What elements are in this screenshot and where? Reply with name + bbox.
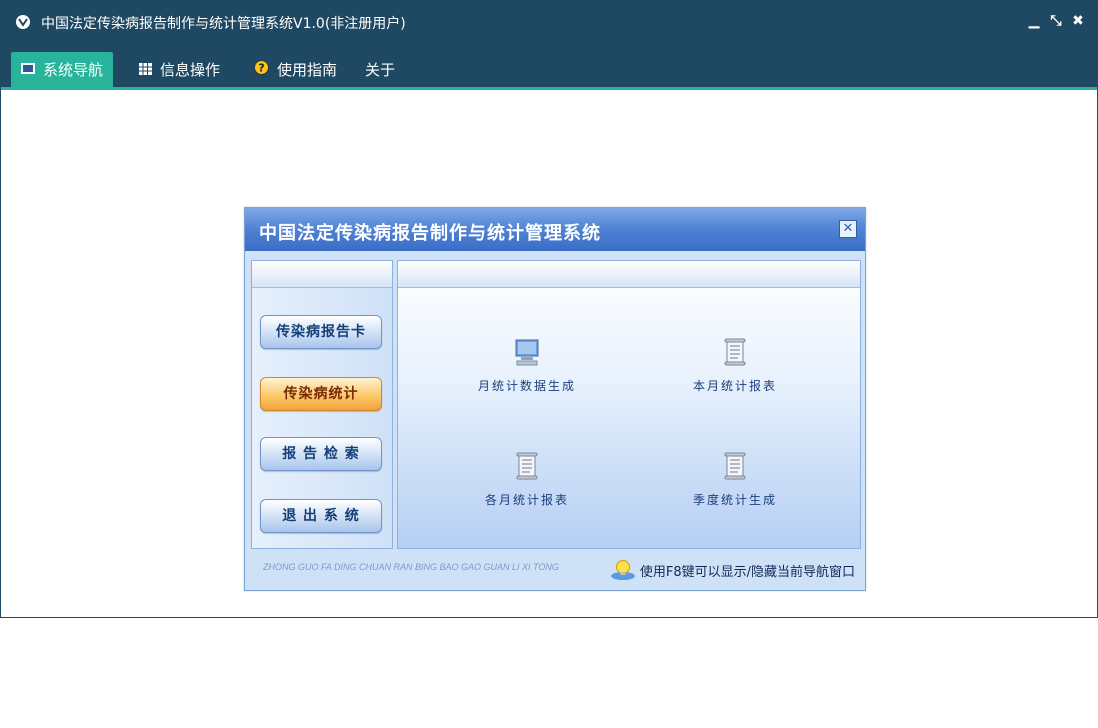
each-month-report-tile[interactable]: 各月统计报表 — [452, 451, 602, 521]
app-logo-icon — [16, 15, 30, 29]
lightbulb-icon — [610, 560, 635, 580]
window-controls: ▁ ⤡ ✖ — [1027, 13, 1085, 29]
nav-panel-header — [252, 261, 392, 288]
dialog-title: 中国法定传染病报告制作与统计管理系统 — [259, 223, 601, 244]
navigation-dialog: 中国法定传染病报告制作与统计管理系统 ✕ 传染病报告卡 传染病统计 报 告 检 … — [244, 207, 866, 591]
this-month-report-tile[interactable]: 本月统计报表 — [660, 337, 810, 407]
tile-label: 月统计数据生成 — [477, 379, 576, 393]
scroll-icon — [724, 452, 746, 480]
quarterly-generate-tile[interactable]: 季度统计生成 — [660, 451, 810, 521]
tab-label: 使用指南 — [277, 61, 338, 79]
tab-label: 关于 — [365, 61, 396, 79]
tab-label: 系统导航 — [43, 61, 104, 79]
dialog-title-bar: 中国法定传染病报告制作与统计管理系统 ✕ — [245, 208, 865, 251]
dialog-close-button[interactable]: ✕ — [839, 220, 857, 238]
svg-text:?: ? — [258, 62, 264, 75]
dialog-footer: ZHONG GUO FA DING CHUAN RAN BING BAO GAO… — [251, 552, 859, 582]
monthly-data-generate-tile[interactable]: 月统计数据生成 — [452, 337, 602, 407]
tab-about[interactable]: 关于 — [365, 52, 395, 87]
tab-system-navigation[interactable]: 系统导航 — [11, 52, 114, 87]
scroll-icon — [516, 452, 538, 480]
scroll-icon — [724, 338, 746, 366]
function-panel-header — [398, 261, 860, 288]
tab-user-guide[interactable]: ? 使用指南 — [254, 52, 337, 87]
help-icon: ? — [254, 60, 269, 79]
exit-system-button[interactable]: 退 出 系 统 — [260, 499, 382, 533]
tab-label: 信息操作 — [160, 61, 221, 79]
function-panel: 月统计数据生成 本月统计报表 各月统计报表 季度统计生成 — [397, 260, 861, 549]
computer-icon — [515, 339, 539, 366]
nav-button-panel: 传染病报告卡 传染病统计 报 告 检 索 退 出 系 统 — [251, 260, 393, 549]
menu-bar: 系统导航 信息操作 ? 使用指南 关于 — [1, 45, 1097, 90]
window-title: 中国法定传染病报告制作与统计管理系统V1.0(非注册用户) — [41, 16, 406, 32]
title-bar: 中国法定传染病报告制作与统计管理系统V1.0(非注册用户) ▁ ⤡ ✖ — [1, 1, 1097, 45]
footer-pinyin-text: ZHONG GUO FA DING CHUAN RAN BING BAO GAO… — [263, 562, 559, 572]
minimize-icon[interactable]: ▁ — [1027, 13, 1041, 29]
restore-icon[interactable]: ⤡ — [1049, 13, 1063, 29]
footer-tip: 使用F8键可以显示/隐藏当前导航窗口 — [610, 559, 855, 581]
report-search-button[interactable]: 报 告 检 索 — [260, 437, 382, 471]
tab-info-operation[interactable]: 信息操作 — [139, 52, 220, 87]
tile-label: 本月统计报表 — [692, 379, 777, 393]
close-icon[interactable]: ✖ — [1071, 13, 1085, 29]
tile-label: 季度统计生成 — [692, 493, 777, 507]
grid-icon — [139, 61, 152, 79]
statistics-button[interactable]: 传染病统计 — [260, 377, 382, 411]
report-card-button[interactable]: 传染病报告卡 — [260, 315, 382, 349]
monitor-icon — [21, 61, 35, 79]
footer-tip-text: 使用F8键可以显示/隐藏当前导航窗口 — [639, 564, 855, 580]
tile-label: 各月统计报表 — [484, 493, 569, 507]
